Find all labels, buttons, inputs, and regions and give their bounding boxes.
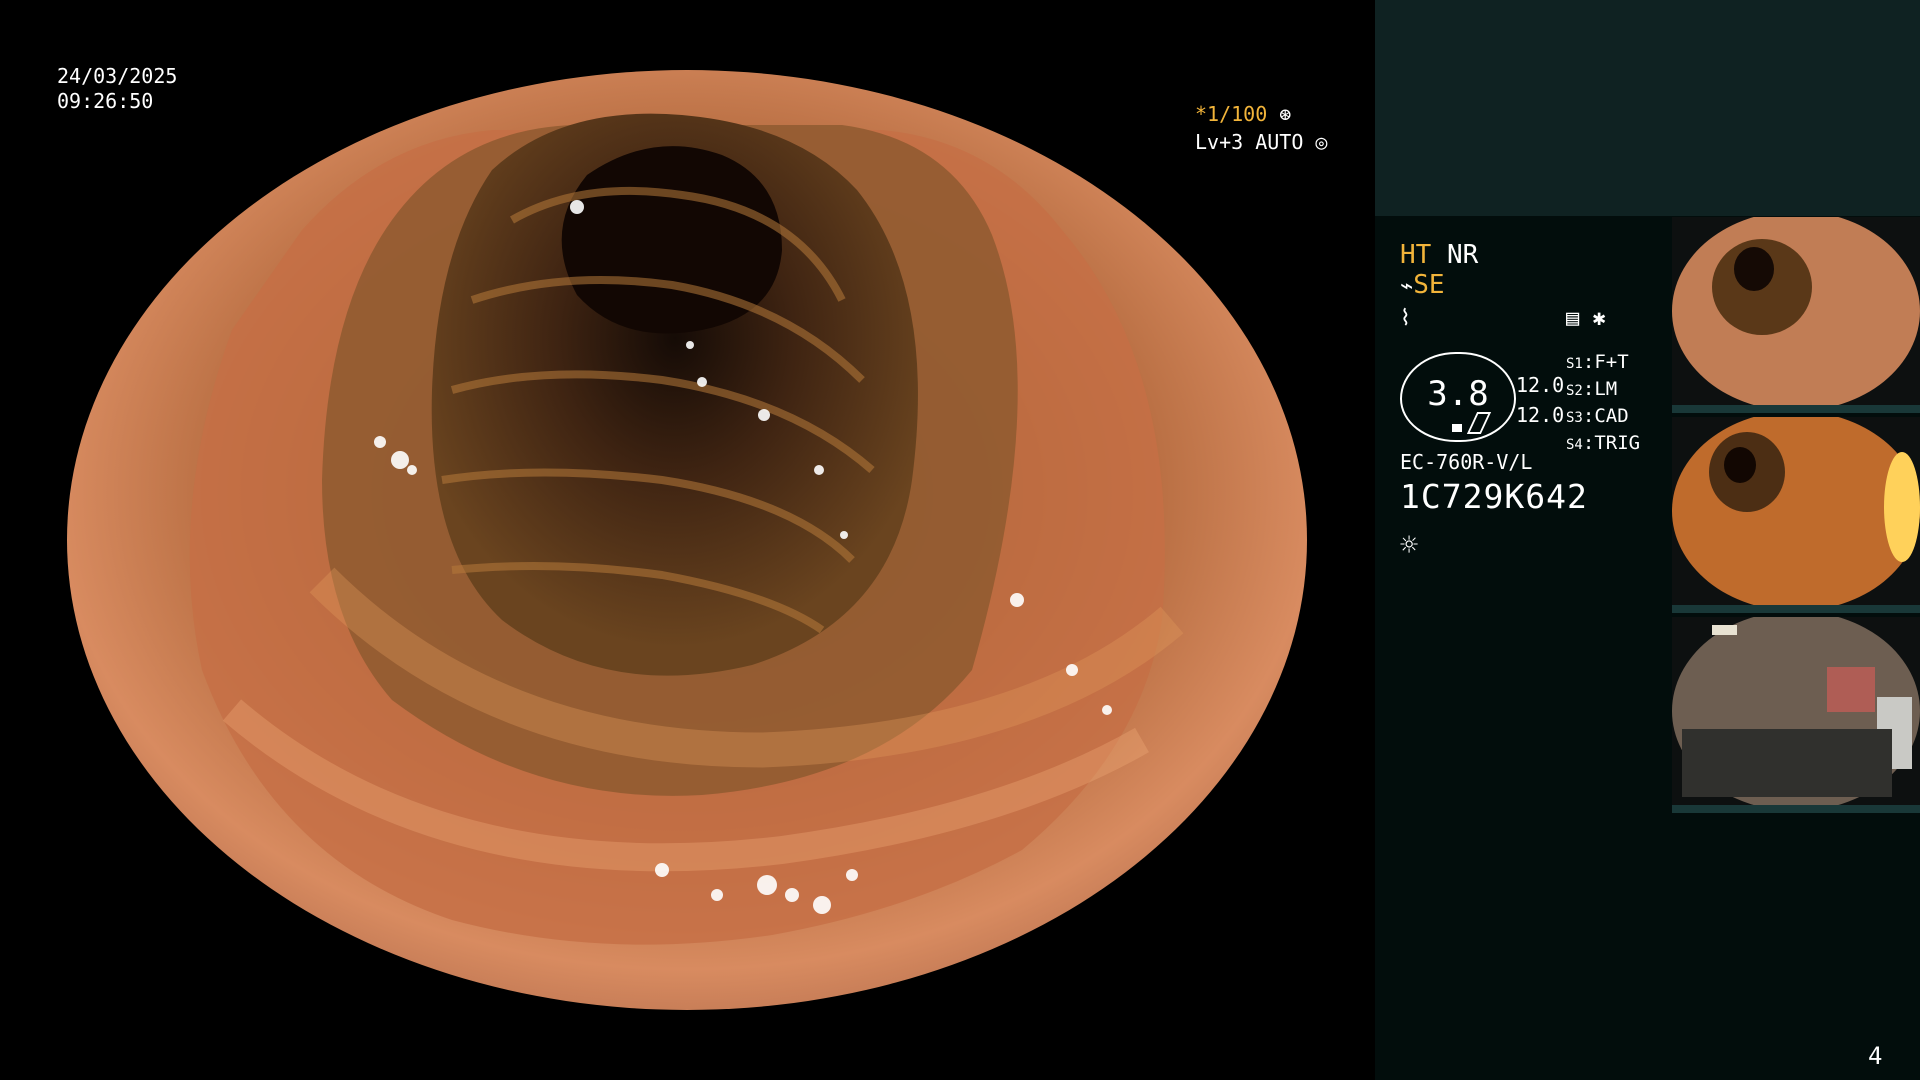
- numeric-settings: 12.0 12.0: [1516, 370, 1564, 430]
- setting-1: 12.0: [1516, 373, 1565, 397]
- slot-1: S1:F+T: [1566, 351, 1629, 373]
- processing-status: HT NR ⌁SE ⌇: [1400, 240, 1478, 334]
- ht-label: HT: [1400, 240, 1432, 270]
- slot-1-value: F+T: [1594, 351, 1629, 373]
- slot-3: S3:CAD: [1566, 405, 1629, 427]
- page-number: 4: [1868, 1042, 1883, 1070]
- time-label: 09:26:50: [57, 89, 154, 113]
- gauge-mark: [1452, 424, 1462, 432]
- thumbnail-1[interactable]: [1672, 217, 1920, 413]
- timestamp: 24/03/2025 09:26:50: [57, 64, 177, 114]
- slot-assignments: S1:F+T S2:LM S3:CAD S4:TRIG: [1566, 350, 1640, 458]
- gauge-slash: [1466, 412, 1492, 434]
- slot-2: S2:LM: [1566, 378, 1618, 400]
- shutter-speed: *1/100: [1195, 102, 1268, 126]
- thumbnail-strip: [1672, 217, 1920, 813]
- colon-lumen-illustration: [67, 70, 1307, 1010]
- star-icon: ✱: [1592, 306, 1606, 331]
- thumbnail-2[interactable]: [1672, 417, 1920, 613]
- side-panel-header: [1375, 0, 1920, 216]
- aperture-icon: ⊛: [1279, 102, 1292, 126]
- se-label: SE: [1413, 270, 1445, 300]
- endoscopic-image: [62, 60, 1312, 1020]
- gauge-value: 3.8: [1427, 374, 1489, 414]
- slot-4-key: S4: [1566, 437, 1583, 453]
- nr-label: NR: [1446, 240, 1479, 270]
- thumbnail-3[interactable]: [1672, 617, 1920, 813]
- brightness-level: Lv+3 AUTO: [1195, 130, 1304, 154]
- serial-number: 1C729K642: [1400, 477, 1588, 516]
- flash-icon: ⌇: [1400, 306, 1411, 331]
- slot-3-value: CAD: [1594, 405, 1629, 427]
- auto-mode-icon: ◎: [1315, 130, 1328, 154]
- endoscopy-main-view: 24/03/2025 09:26:50 *1/100 ⊛ Lv+3 AUTO ◎: [0, 0, 1375, 1080]
- slot-4-value: TRIG: [1594, 432, 1641, 454]
- setting-2: 12.0: [1516, 403, 1565, 427]
- camera-settings-overlay: *1/100 ⊛ Lv+3 AUTO ◎: [1195, 100, 1375, 156]
- brightness-icon: ☼: [1400, 528, 1419, 563]
- slot-1-key: S1: [1566, 356, 1583, 372]
- slot-2-key: S2: [1566, 383, 1583, 399]
- camera-icon: ▤: [1566, 306, 1580, 331]
- enhancement-icon: ⌁: [1400, 274, 1414, 299]
- capture-icons: ▤ ✱: [1566, 306, 1606, 331]
- slot-2-value: LM: [1594, 378, 1618, 400]
- gauge: 3.8: [1400, 352, 1516, 442]
- scope-model: EC-760R-V/L: [1400, 450, 1533, 474]
- slot-4: S4:TRIG: [1566, 432, 1641, 454]
- date-label: 24/03/2025: [57, 64, 178, 88]
- slot-3-key: S3: [1566, 410, 1583, 426]
